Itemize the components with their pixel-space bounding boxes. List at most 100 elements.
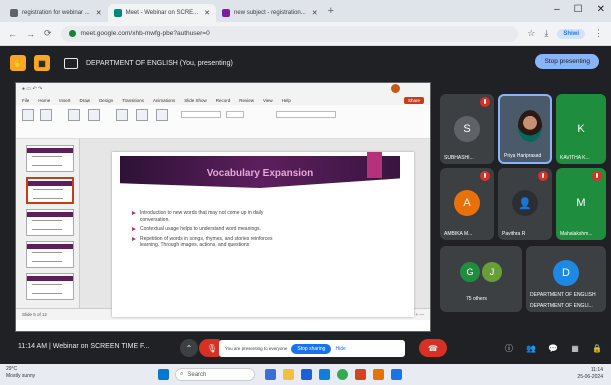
weather-desc: Mostly sunny	[6, 373, 36, 379]
minimize-icon[interactable]: –	[554, 4, 560, 15]
weather-widget[interactable]: 29°C Mostly sunny	[6, 366, 35, 380]
ppt-ribbon	[16, 105, 430, 139]
shapes-icon[interactable]	[136, 109, 148, 121]
menu-design[interactable]: Design	[99, 98, 113, 103]
reload-icon[interactable]: ⟳	[44, 28, 52, 39]
hand-icon[interactable]: ✋	[10, 55, 26, 71]
menu-help[interactable]: Help	[282, 98, 291, 103]
profile-button[interactable]: Shiwi	[557, 28, 585, 39]
font-size-field[interactable]	[226, 111, 244, 118]
stop-sharing-button[interactable]: Stop sharing	[291, 343, 332, 354]
paste-icon[interactable]	[22, 109, 34, 121]
share-button[interactable]: Share	[403, 96, 424, 104]
slide-thumbnail-selected[interactable]	[26, 177, 74, 204]
shape-fill-field[interactable]	[276, 111, 336, 118]
close-icon[interactable]: ✕	[204, 9, 210, 17]
participant-name: KAVITHA K...	[560, 155, 590, 161]
menu-record[interactable]: Record	[216, 98, 231, 103]
mic-off-icon	[480, 171, 490, 181]
menu-insert[interactable]: Insert	[59, 98, 70, 103]
font-name-field[interactable]	[181, 111, 221, 118]
layout-icon[interactable]	[68, 109, 80, 121]
site-info-icon[interactable]	[68, 30, 76, 37]
clock-time: 11:14	[590, 367, 603, 373]
participant-tile[interactable]: 👤 Pavithra R	[498, 168, 552, 240]
url-field[interactable]: meet.google.com/xhb-mwfg-pbe?authuser=0	[60, 25, 519, 42]
end-call-button[interactable]: ☎	[419, 339, 447, 357]
forward-icon[interactable]: →	[26, 29, 35, 39]
menu-home[interactable]: Home	[38, 98, 50, 103]
participant-subname: DEPARTMENT OF ENGLI...	[530, 303, 593, 309]
stop-presenting-button[interactable]: Stop presenting	[535, 54, 599, 69]
people-icon[interactable]: 👥	[522, 339, 540, 357]
presenting-label: DEPARTMENT OF ENGLISH (You, presenting)	[86, 59, 233, 67]
word-icon[interactable]	[391, 369, 402, 380]
browser-tab[interactable]: new subject - registration... ✕	[216, 4, 324, 22]
new-tab-icon[interactable]: +	[328, 5, 334, 17]
browser-tab-active[interactable]: Meet - Webinar on SCRE... ✕	[107, 4, 217, 22]
menu-slide-show[interactable]: Slide Show	[184, 98, 207, 103]
system-tray-clock[interactable]: 11:14 25-06-2024	[577, 367, 603, 381]
reset-icon[interactable]	[88, 109, 100, 121]
slide-thumbnail[interactable]	[26, 145, 74, 172]
browser-tab[interactable]: registration for webinar ... ✕	[4, 4, 108, 22]
menu-animations[interactable]: Animations	[153, 98, 175, 103]
mic-off-icon	[538, 171, 548, 181]
hide-banner-button[interactable]: Hide	[335, 346, 345, 352]
powerpoint-icon[interactable]	[355, 369, 366, 380]
slide-thumbnail[interactable]	[26, 241, 74, 268]
meeting-time-title: 11:14 AM | Webinar on SCREEN TIME F...	[18, 343, 150, 350]
menu-icon[interactable]: ⋮	[594, 28, 603, 39]
participant-tile[interactable]: D DEPARTMENT OF ENGLISH DEPARTMENT OF EN…	[526, 246, 606, 312]
tab-favicon-icon	[10, 9, 18, 17]
section-icon[interactable]	[116, 109, 128, 121]
close-icon[interactable]: ✕	[312, 9, 318, 17]
menu-view[interactable]: View	[263, 98, 273, 103]
task-view-icon[interactable]	[265, 369, 276, 380]
slide-thumbnail[interactable]	[26, 209, 74, 236]
slide-thumbnail-panel	[16, 139, 80, 320]
menu-draw[interactable]: Draw	[80, 98, 91, 103]
shared-powerpoint-window: ● ▭ ↶ ↷ File Home Insert Draw Design Tra…	[15, 82, 431, 332]
participant-tile-speaking[interactable]: Priya Hariprasad	[498, 94, 552, 164]
grid-icon[interactable]: ▦	[34, 55, 50, 71]
arrange-icon[interactable]	[156, 109, 168, 121]
activities-icon[interactable]: ▦	[566, 339, 584, 357]
chrome-icon[interactable]	[337, 369, 348, 380]
bookmark-star-icon[interactable]: ☆	[527, 28, 535, 39]
taskbar-search[interactable]: ⌕ Search	[175, 368, 255, 381]
autosave-icon: ● ▭ ↶ ↷	[22, 86, 43, 92]
mail-icon[interactable]	[301, 369, 312, 380]
mic-off-icon	[480, 97, 490, 107]
ppt-title-bar: ● ▭ ↶ ↷	[16, 83, 430, 95]
edge-icon[interactable]	[319, 369, 330, 380]
menu-review[interactable]: Review	[239, 98, 254, 103]
menu-file[interactable]: File	[22, 98, 29, 103]
participant-tile[interactable]: M Mahalakshm...	[556, 168, 606, 240]
app-icon[interactable]	[373, 369, 384, 380]
participant-tile[interactable]: S SUBHASHI...	[440, 94, 494, 164]
lock-icon[interactable]: 🔒	[588, 339, 606, 357]
start-icon[interactable]	[158, 369, 169, 380]
slide-title: Vocabulary Expansion	[206, 168, 314, 179]
maximize-icon[interactable]: ☐	[574, 4, 583, 15]
avatar: S	[454, 116, 480, 142]
info-icon[interactable]: ⓘ	[500, 339, 518, 357]
chat-icon[interactable]: 💬	[544, 339, 562, 357]
close-icon[interactable]: ✕	[96, 9, 102, 17]
user-avatar-icon[interactable]	[391, 84, 400, 93]
participant-tile[interactable]: K KAVITHA K...	[556, 94, 606, 164]
participant-tile[interactable]: A AMBIKA M...	[440, 168, 494, 240]
chevron-up-icon[interactable]: ⌃	[180, 339, 198, 357]
close-window-icon[interactable]: ✕	[597, 4, 605, 15]
meet-favicon-icon	[113, 9, 122, 17]
slide-bullet-list: Introduction to new words that may not c…	[132, 210, 282, 252]
slide-counter: Slide 5 of 12	[22, 312, 48, 317]
others-tile[interactable]: G J 75 others	[440, 246, 522, 312]
file-explorer-icon[interactable]	[283, 369, 294, 380]
new-slide-icon[interactable]	[40, 109, 52, 121]
download-icon[interactable]: ⤓	[544, 28, 548, 39]
menu-transitions[interactable]: Transitions	[122, 98, 144, 103]
slide-thumbnail[interactable]	[26, 273, 74, 300]
back-icon[interactable]: ←	[8, 29, 17, 39]
